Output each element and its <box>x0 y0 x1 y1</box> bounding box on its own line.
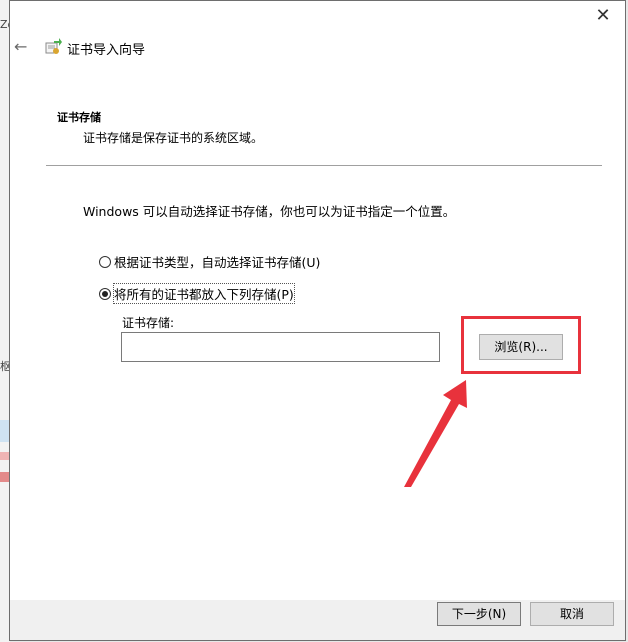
highlight-annotation-box <box>461 316 581 374</box>
header-divider <box>46 165 602 166</box>
wizard-title: 证书导入向导 <box>67 43 146 58</box>
radio-label[interactable]: 根据证书类型，自动选择证书存储(U) <box>114 252 320 271</box>
radio-auto-select-store[interactable]: 根据证书类型，自动选择证书存储(U) <box>99 252 320 271</box>
back-arrow-icon[interactable]: ← <box>14 39 32 55</box>
intro-text: Windows 可以自动选择证书存储，你也可以为证书指定一个位置。 <box>83 204 456 219</box>
radio-button[interactable] <box>99 255 111 268</box>
radio-label[interactable]: 将所有的证书都放入下列存储(P) <box>113 283 295 304</box>
close-button[interactable]: ✕ <box>595 7 611 25</box>
certificate-store-label: 证书存储: <box>122 316 175 330</box>
radio-button-selected[interactable] <box>99 287 111 300</box>
next-button[interactable]: 下一步(N) <box>437 602 521 626</box>
section-title: 证书存储 <box>57 111 101 124</box>
cancel-button[interactable]: 取消 <box>530 602 614 626</box>
radio-place-in-store[interactable]: 将所有的证书都放入下列存储(P) <box>99 283 295 304</box>
certificate-wizard-icon <box>45 38 62 54</box>
section-description: 证书存储是保存证书的系统区域。 <box>83 131 264 145</box>
certificate-import-wizard-dialog: ✕ ← 证书导入向导 证书存储 证书存储是保存证书的系统区域。 Windows … <box>9 0 626 641</box>
certificate-store-field[interactable] <box>121 332 440 362</box>
